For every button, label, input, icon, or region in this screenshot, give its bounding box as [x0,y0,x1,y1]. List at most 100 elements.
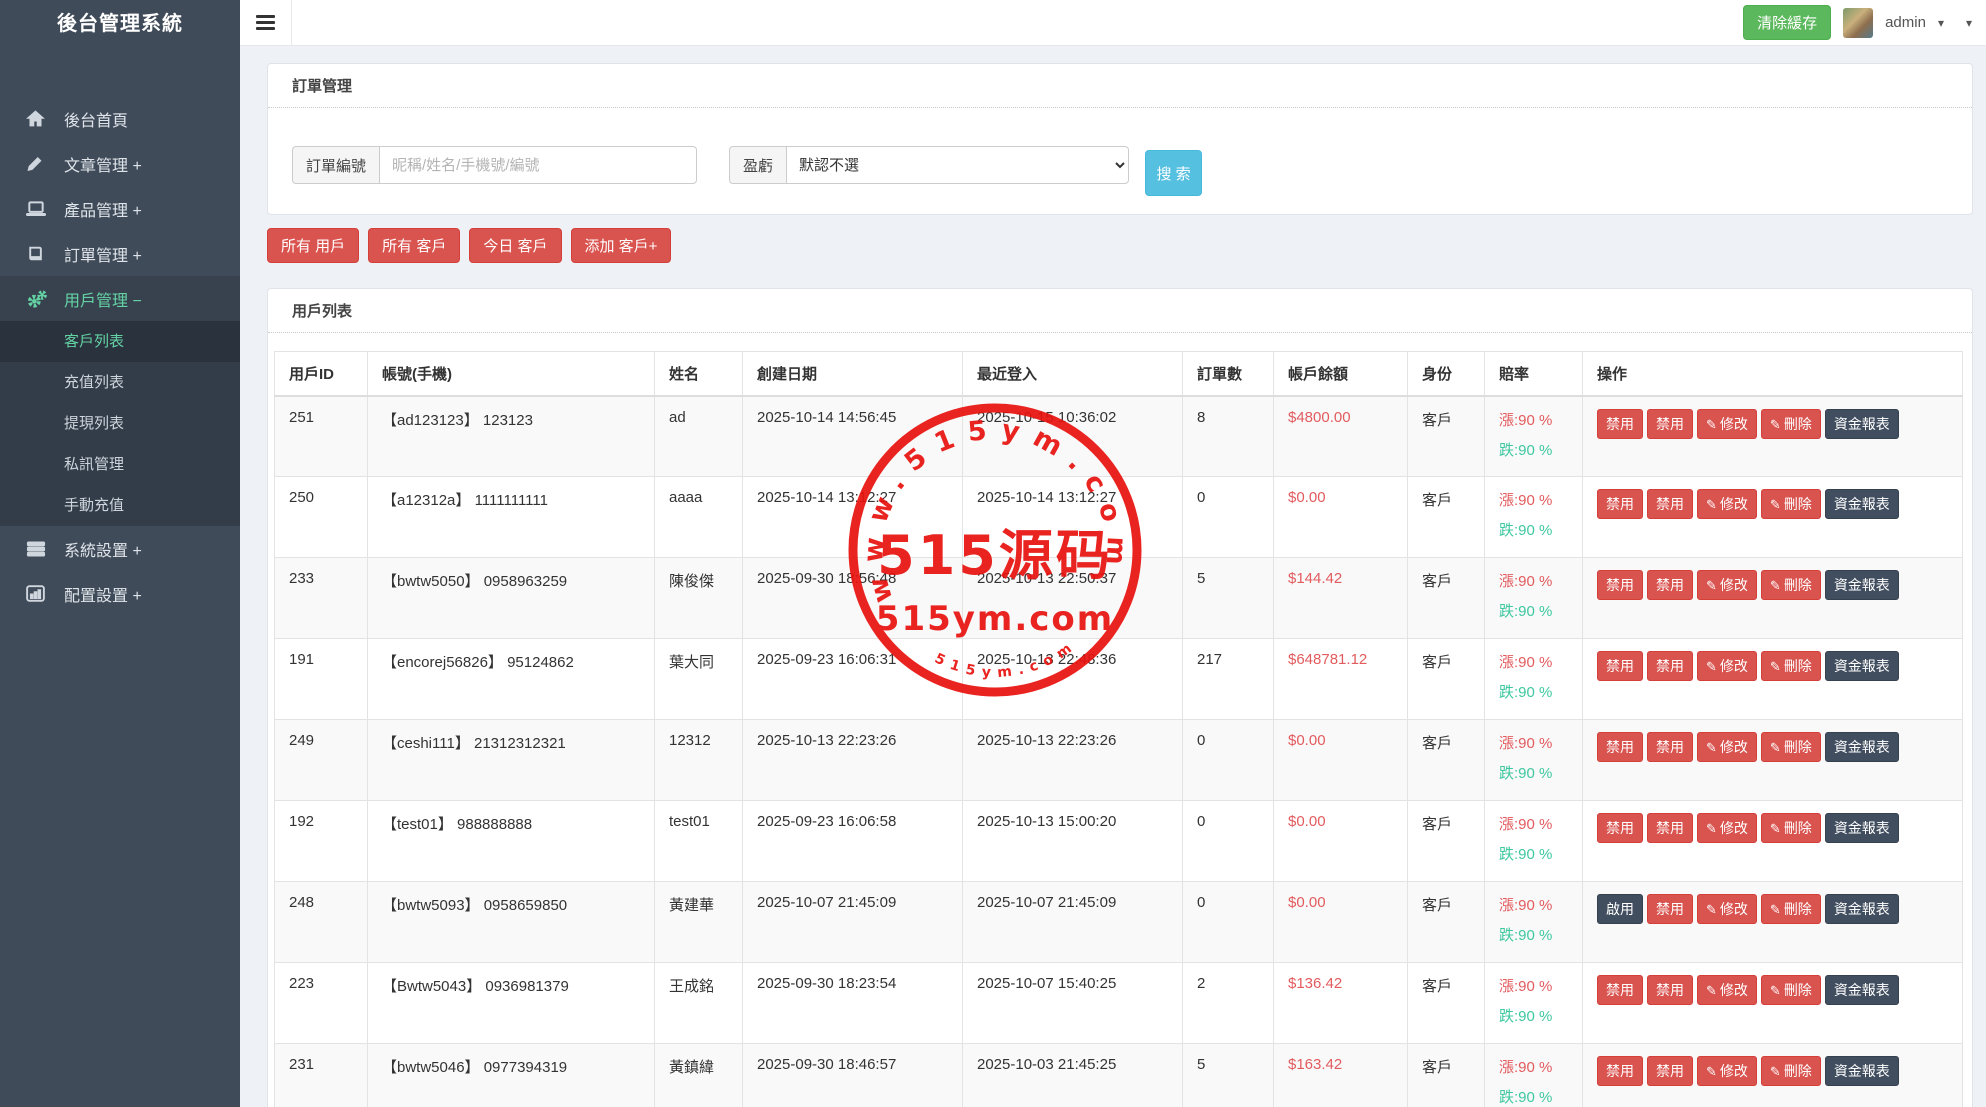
row-action-button[interactable]: 禁用 [1647,570,1693,600]
rate: 漲:90 % 跌:90 % [1485,396,1583,477]
row-action-button[interactable]: ✎修改 [1697,570,1757,600]
row-action-button[interactable]: 資金報表 [1825,570,1899,600]
row-action-button[interactable]: ✎刪除 [1761,975,1821,1005]
row-action-button[interactable]: 禁用 [1597,813,1643,843]
row-action-button[interactable]: 禁用 [1647,813,1693,843]
last-login: 2025-10-07 15:40:25 [963,963,1183,1044]
sidebar-item-1[interactable]: 文章管理 + [0,141,240,186]
row-action-button[interactable]: 禁用 [1597,1056,1643,1086]
row-action-button[interactable]: 資金報表 [1825,732,1899,762]
rate-down: 跌:90 % [1499,600,1568,621]
row-action-button[interactable]: 資金報表 [1825,651,1899,681]
row-action-button[interactable]: 資金報表 [1825,894,1899,924]
row-action-button[interactable]: ✎刪除 [1761,409,1821,439]
row-action-button[interactable]: ✎刪除 [1761,489,1821,519]
order-search-input[interactable] [379,146,697,184]
action-button-3[interactable]: 添加 客戶+ [571,228,672,263]
row-action-button[interactable]: ✎修改 [1697,409,1757,439]
row-action-button[interactable]: 禁用 [1597,975,1643,1005]
rate: 漲:90 %跌:90 % [1485,1044,1583,1107]
profit-label: 盈虧 [729,146,786,184]
identity: 客戶 [1408,477,1485,558]
row-action-button[interactable]: 禁用 [1597,732,1643,762]
row-action-button[interactable]: 禁用 [1647,1056,1693,1086]
row-action-button[interactable]: ✎刪除 [1761,570,1821,600]
account: 【bwtw5050】 0958963259 [368,558,655,639]
submenu-item[interactable]: 提現列表 [0,403,240,444]
pencil-icon: ✎ [1770,417,1781,432]
row-action-button[interactable]: 禁用 [1597,651,1643,681]
user-menu-caret-icon[interactable]: ▾ [1938,16,1944,30]
sidebar-item-0[interactable]: 後台首頁 [0,96,240,141]
row-action-button[interactable]: 禁用 [1647,975,1693,1005]
row-action-button[interactable]: ✎修改 [1697,1056,1757,1086]
hamburger-menu-icon[interactable] [240,0,292,45]
user-id: 231 [275,1044,368,1107]
row-action-button[interactable]: 禁用 [1647,409,1693,439]
row-action-button[interactable]: ✎刪除 [1761,651,1821,681]
row-action-button[interactable]: ✎修改 [1697,732,1757,762]
created-date: 2025-10-07 21:45:09 [743,882,963,963]
sidebar-item-4[interactable]: 用戶管理 − [0,276,240,321]
topbar-caret-icon[interactable]: ▾ [1966,16,1972,30]
row-action-button[interactable]: ✎刪除 [1761,732,1821,762]
rate-down: 跌:90 % [1499,439,1568,460]
submenu-item[interactable]: 充值列表 [0,362,240,403]
order-count: 0 [1183,882,1274,963]
row-action-button[interactable]: 資金報表 [1825,409,1899,439]
username-label[interactable]: admin [1885,14,1926,31]
profit-select[interactable]: 默認不選 [786,146,1129,184]
user-id: 251 [275,396,368,477]
table-row: 248【bwtw5093】 0958659850黃建華2025-10-07 21… [275,882,1963,963]
row-action-button[interactable]: 禁用 [1647,651,1693,681]
rate-up: 漲:90 % [1499,409,1568,430]
row-action-button[interactable]: 禁用 [1647,489,1693,519]
avatar[interactable] [1843,8,1873,38]
pencil-icon: ✎ [1706,497,1717,512]
action-button-1[interactable]: 所有 客戶 [368,228,460,263]
name: 陳俊傑 [655,558,743,639]
submenu-item[interactable]: 手動充值 [0,485,240,526]
rate-down: 跌:90 % [1499,1086,1568,1107]
identity: 客戶 [1408,558,1485,639]
row-action-button[interactable]: 資金報表 [1825,489,1899,519]
submenu-item[interactable]: 私訊管理 [0,444,240,485]
row-action-button[interactable]: ✎刪除 [1761,813,1821,843]
row-action-button[interactable]: 資金報表 [1825,975,1899,1005]
row-action-button[interactable]: ✎刪除 [1761,894,1821,924]
sidebar-item-3[interactable]: 訂單管理 + [0,231,240,276]
clear-cache-button[interactable]: 清除緩存 [1743,5,1831,40]
sidebar-item-2[interactable]: 產品管理 + [0,186,240,231]
balance: $0.00 [1274,720,1408,801]
row-action-button[interactable]: ✎修改 [1697,894,1757,924]
row-action-button[interactable]: 禁用 [1647,894,1693,924]
row-action-button[interactable]: ✎修改 [1697,975,1757,1005]
identity: 客戶 [1408,396,1485,477]
rate-down: 跌:90 % [1499,843,1568,864]
pencil-icon: ✎ [1706,578,1717,593]
sidebar-item-6[interactable]: 配置設置 + [0,571,240,616]
row-action-button[interactable]: 啟用 [1597,894,1643,924]
row-action-button[interactable]: ✎修改 [1697,813,1757,843]
last-login: 2025-10-13 22:23:26 [963,720,1183,801]
action-button-2[interactable]: 今日 客戶 [469,228,561,263]
row-action-button[interactable]: 資金報表 [1825,1056,1899,1086]
row-action-button[interactable]: 禁用 [1647,732,1693,762]
sidebar-item-label: 後台首頁 [64,107,128,131]
action-button-0[interactable]: 所有 用戶 [267,228,359,263]
search-button[interactable]: 搜 索 [1145,150,1202,196]
row-action-button[interactable]: ✎修改 [1697,489,1757,519]
submenu-item[interactable]: 客戶列表 [0,321,240,362]
row-actions: 禁用禁用✎修改✎刪除資金報表 [1583,477,1963,558]
row-action-button[interactable]: ✎刪除 [1761,1056,1821,1086]
row-actions: 禁用禁用✎修改✎刪除資金報表 [1583,801,1963,882]
row-action-button[interactable]: ✎修改 [1697,651,1757,681]
row-action-button[interactable]: 資金報表 [1825,813,1899,843]
row-action-button[interactable]: 禁用 [1597,570,1643,600]
account: 【a12312a】 1111111111 [368,477,655,558]
user-list-panel: 用戶列表 用戶ID帳號(手機)姓名創建日期最近登入訂單數帳戶餘額身份賠率操作 2… [267,288,1973,1107]
row-action-button[interactable]: 禁用 [1597,409,1643,439]
sidebar-item-5[interactable]: 系統設置 + [0,526,240,571]
row-action-button[interactable]: 禁用 [1597,489,1643,519]
user-id: 191 [275,639,368,720]
